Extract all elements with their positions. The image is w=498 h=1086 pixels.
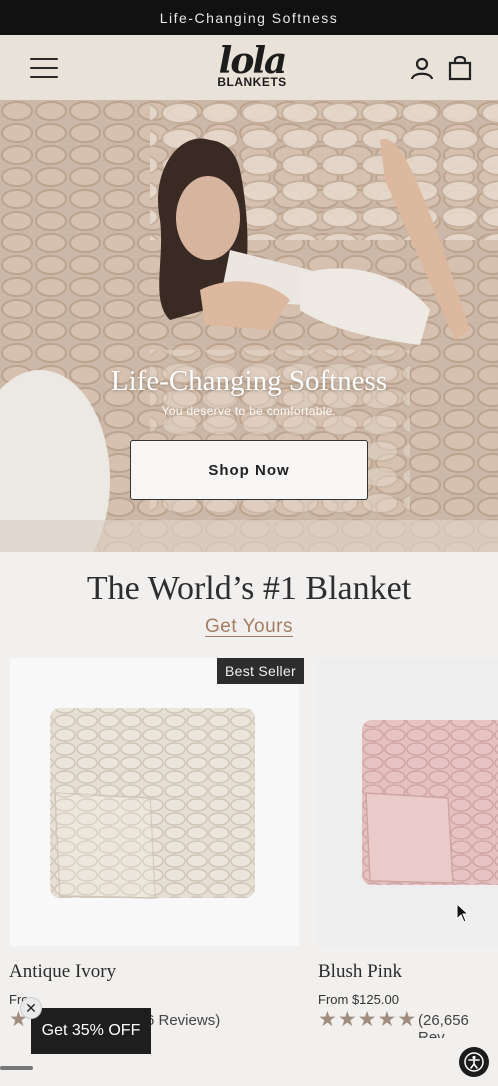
section-title: The World’s #1 Blanket: [86, 570, 412, 607]
logo[interactable]: lola BLANKETS: [217, 43, 287, 89]
announcement-text: Life-Changing Softness: [159, 9, 339, 26]
review-count: (26,656 Rev: [418, 1012, 469, 1038]
product-name[interactable]: Blush Pink: [318, 961, 402, 983]
product-name[interactable]: Antique Ivory: [9, 961, 116, 983]
product-image: [362, 720, 498, 885]
rating-stars: ★ ★ ★ ★ ★: [318, 1007, 416, 1032]
hero-banner: Life-Changing Softness You deserve to be…: [0, 100, 498, 552]
star-icon: ★: [397, 1008, 417, 1031]
hero-subtitle: You deserve to be comfortable.: [161, 404, 337, 418]
product-card-blush-pink[interactable]: [318, 658, 498, 946]
discount-popup-button[interactable]: Get 35% OFF: [31, 1008, 151, 1054]
star-icon: ★: [337, 1008, 357, 1031]
best-seller-badge: Best Seller: [217, 658, 304, 684]
get-yours-link[interactable]: Get Yours: [0, 616, 498, 638]
star-icon: ★: [357, 1008, 377, 1031]
star-icon: ★: [377, 1008, 397, 1031]
logo-wordmark: lola: [218, 40, 288, 82]
hero-title: Life-Changing Softness: [110, 365, 388, 397]
product-image: [50, 708, 255, 899]
account-icon[interactable]: [410, 56, 434, 80]
product-card-antique-ivory[interactable]: [10, 658, 299, 946]
review-count: 6 Reviews): [146, 1012, 221, 1029]
carousel-scrollbar[interactable]: [0, 1066, 33, 1070]
product-carousel: Best Seller Antique Ivory Fro ★ 6 Review…: [0, 658, 498, 1038]
product-price: From $125.00: [318, 992, 399, 1007]
site-header: lola BLANKETS: [0, 35, 498, 100]
mouse-pointer-icon: [456, 903, 470, 923]
cart-icon[interactable]: [448, 55, 472, 81]
close-icon[interactable]: ✕: [20, 997, 42, 1019]
shop-now-button[interactable]: Shop Now: [130, 440, 368, 500]
logo-subtitle: BLANKETS: [217, 75, 287, 89]
star-icon: ★: [318, 1008, 337, 1031]
menu-icon[interactable]: [30, 57, 58, 78]
announcement-bar: Life-Changing Softness: [0, 0, 498, 35]
accessibility-icon[interactable]: [459, 1047, 489, 1077]
